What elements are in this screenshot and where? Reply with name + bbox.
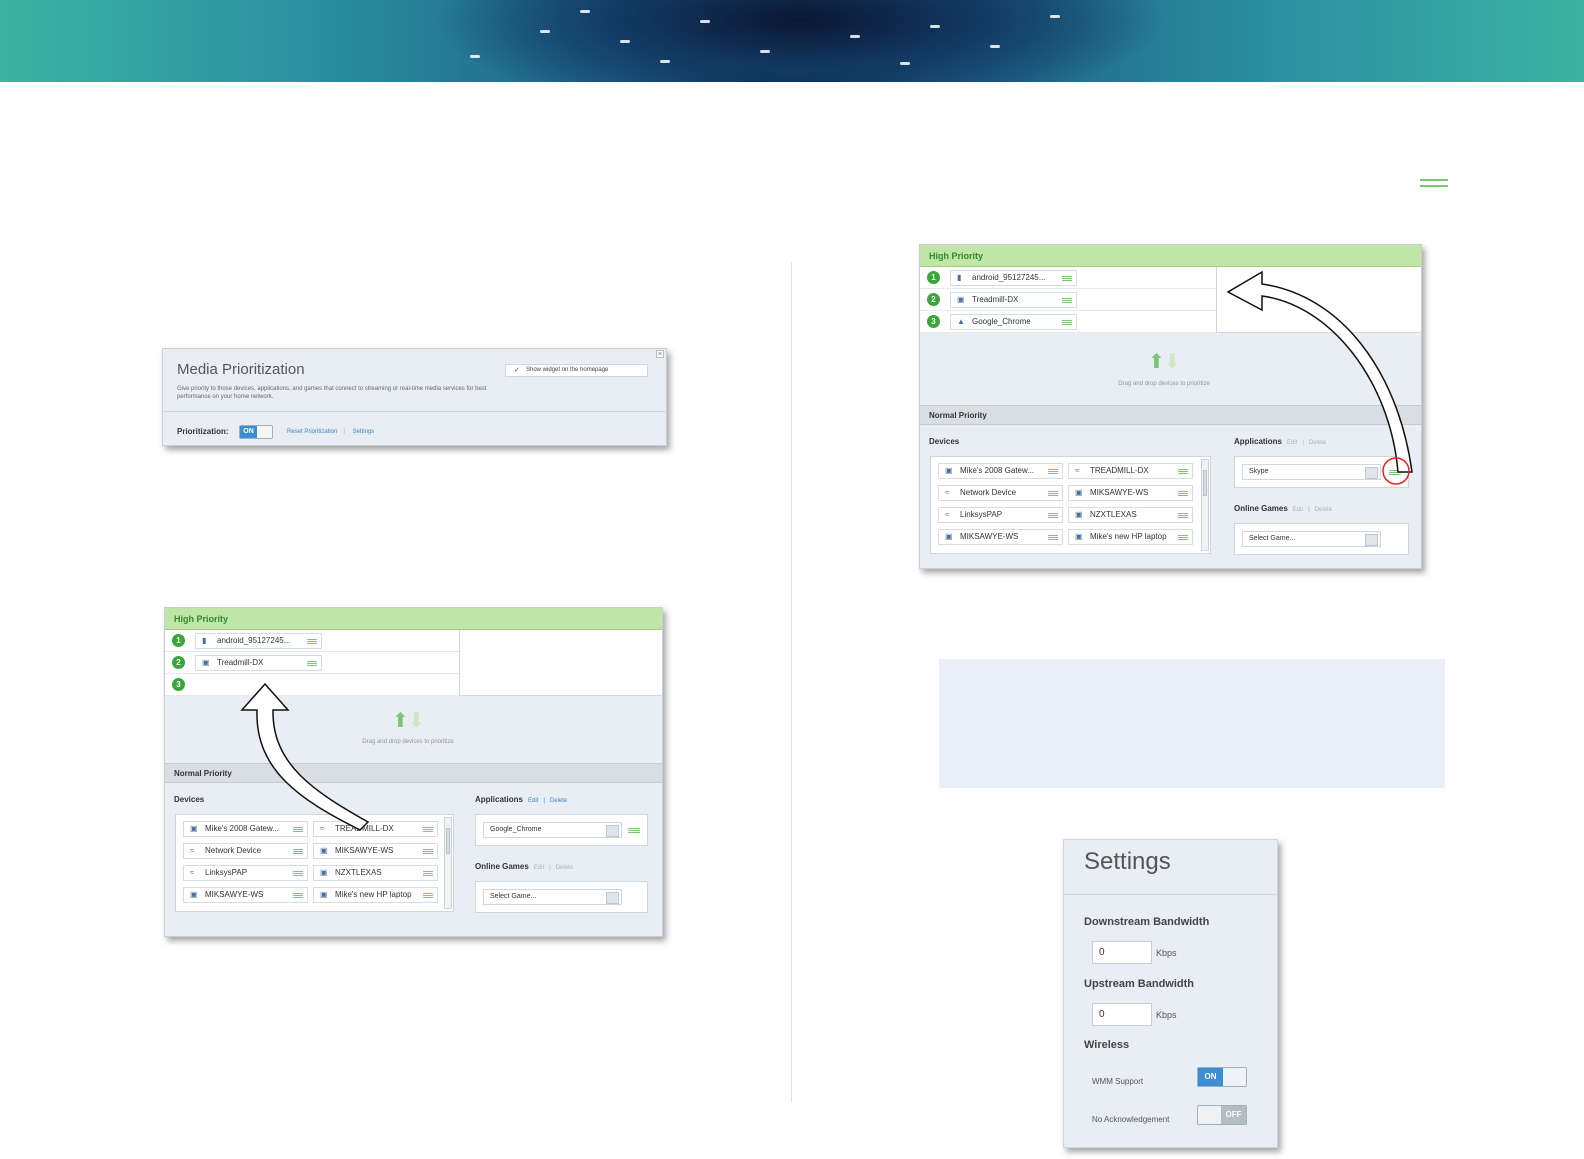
devices-list: ▣ Mike's 2008 Gatew... ≈ TREADMILL-DX ≈ Net…: [930, 456, 1211, 554]
drag-handle-icon: [1178, 535, 1188, 540]
computer-icon: ▣: [945, 532, 953, 541]
drag-handle-icon: [1062, 298, 1072, 303]
prioritize-arrows-icon: ⬆ ⬇: [1148, 351, 1181, 373]
drag-handle-icon: [1178, 513, 1188, 518]
application-select[interactable]: Skype: [1242, 464, 1381, 480]
delete-games-link[interactable]: Delete: [1315, 507, 1332, 513]
device-item[interactable]: ≈ TREADMILL-DX: [1068, 463, 1193, 479]
drag-handle-icon: [1062, 320, 1072, 325]
drag-drop-hint: Drag and drop devices to prioritize: [1118, 381, 1210, 387]
high-priority-empty-area: [1216, 267, 1421, 333]
high-priority-list: 1 ▮ android_95127245... 2 ▣ Treadmill-DX 3…: [920, 267, 1216, 333]
priority-number: 2: [927, 293, 940, 306]
device-item[interactable]: ▣ Mike's new HP laptop: [1068, 529, 1193, 545]
note-box: [939, 659, 1445, 788]
settings-panel: Settings Downstream Bandwidth 0 Kbps Ups…: [1063, 839, 1278, 1148]
devices-scrollbar[interactable]: [1201, 459, 1209, 551]
drag-handle-icon: [1062, 276, 1072, 281]
computer-icon: ▣: [1075, 532, 1083, 541]
edit-games-link[interactable]: Edit: [1293, 507, 1303, 513]
downstream-bandwidth-label: Downstream Bandwidth: [1084, 916, 1210, 928]
priority-number: 3: [927, 315, 940, 328]
applications-label: Applications Edit | Delete: [1234, 437, 1327, 446]
delete-applications-link[interactable]: Delete: [1309, 440, 1326, 446]
drag-handle-icon: [1048, 535, 1058, 540]
drag-handle-icon[interactable]: [1389, 470, 1401, 475]
drag-handle-icon: [1048, 469, 1058, 474]
downstream-unit: Kbps: [1156, 948, 1177, 958]
computer-icon: ▣: [957, 295, 965, 304]
wmm-support-toggle[interactable]: ON: [1197, 1067, 1247, 1087]
upstream-bandwidth-label: Upstream Bandwidth: [1084, 978, 1195, 990]
device-item[interactable]: ≈ LinksysPAP: [938, 507, 1063, 523]
computer-icon: ▣: [945, 466, 953, 475]
high-priority-item[interactable]: ▲ Google_Chrome: [950, 314, 1077, 330]
wmm-support-label: WMM Support: [1092, 1077, 1144, 1086]
right-prioritization-panel: High Priority 1 ▮ android_95127245... 2 ▣…: [919, 244, 1422, 569]
drag-arrow-icon: [240, 270, 1413, 831]
drag-handle-icon: [1048, 513, 1058, 518]
edit-applications-link[interactable]: Edit: [1287, 440, 1297, 446]
phone-icon: ▮: [957, 273, 962, 282]
drag-handle-icon: [1178, 469, 1188, 474]
no-acknowledgement-toggle[interactable]: OFF: [1197, 1105, 1247, 1125]
downstream-bandwidth-input[interactable]: 0: [1092, 941, 1152, 964]
computer-icon: ▣: [1075, 488, 1083, 497]
upstream-bandwidth-input[interactable]: 0: [1092, 1003, 1152, 1026]
network-device-icon: ≈: [945, 488, 950, 497]
application-icon: ▲: [957, 317, 965, 326]
drag-handle-icon: [1048, 491, 1058, 496]
high-priority-item[interactable]: ▮ android_95127245...: [950, 270, 1077, 286]
wireless-label: Wireless: [1084, 1039, 1130, 1051]
high-priority-header: High Priority: [920, 245, 1421, 267]
normal-priority-header: Normal Priority: [920, 405, 1421, 425]
high-priority-item[interactable]: ▣ Treadmill-DX: [950, 292, 1077, 308]
game-select[interactable]: Select Game...: [1242, 531, 1381, 547]
computer-icon: ▣: [1075, 510, 1083, 519]
online-games-list: Select Game...: [1234, 523, 1409, 555]
device-item[interactable]: ▣ Mike's 2008 Gatew...: [938, 463, 1063, 479]
device-item[interactable]: ▣ MIKSAWYE-WS: [1068, 485, 1193, 501]
upstream-unit: Kbps: [1156, 1010, 1177, 1020]
settings-title: Settings: [1084, 848, 1171, 875]
divider: [1064, 894, 1277, 895]
device-item[interactable]: ▣ MIKSAWYE-WS: [938, 529, 1063, 545]
online-games-label: Online Games Edit | Delete: [1234, 504, 1333, 513]
device-item[interactable]: ▣ NZXTLEXAS: [1068, 507, 1193, 523]
priority-number: 1: [927, 271, 940, 284]
network-device-icon: ≈: [1075, 466, 1080, 475]
device-item[interactable]: ≈ Network Device: [938, 485, 1063, 501]
network-device-icon: ≈: [945, 510, 950, 519]
drag-handle-icon: [1178, 491, 1188, 496]
no-acknowledgement-label: No Acknowledgement: [1092, 1115, 1170, 1124]
devices-label: Devices: [929, 437, 960, 446]
applications-list: Skype: [1234, 456, 1409, 488]
